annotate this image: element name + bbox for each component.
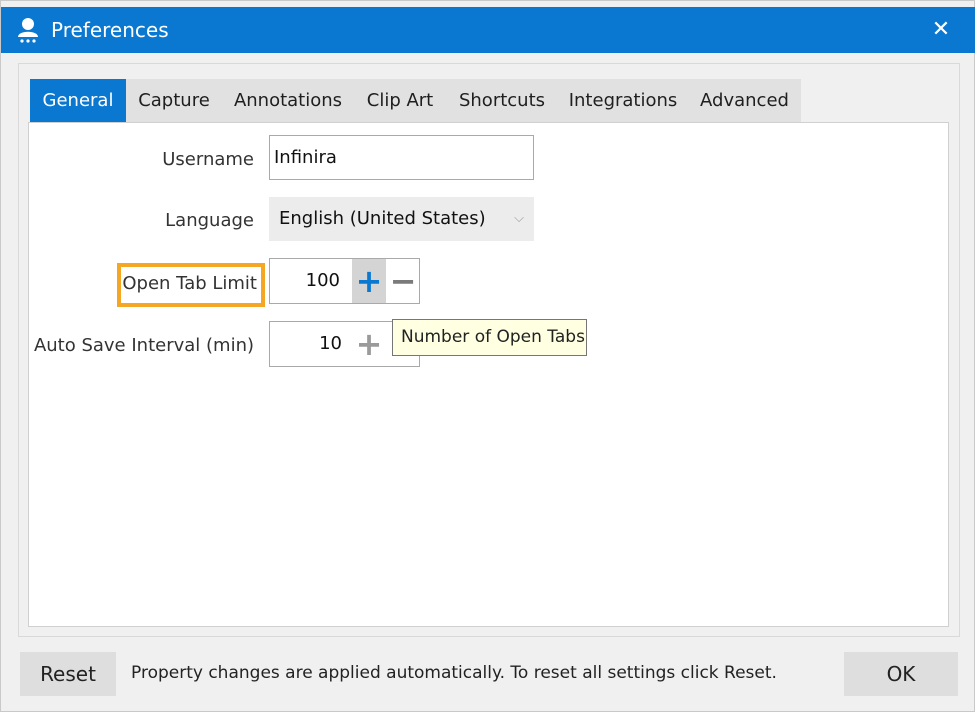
language-value: English (United States) [279, 208, 486, 229]
tooltip: Number of Open Tabs [392, 319, 587, 356]
username-input[interactable] [269, 135, 534, 180]
tab-advanced[interactable]: Advanced [688, 79, 801, 123]
open-tab-limit-stepper[interactable]: 100 + − [269, 258, 420, 304]
title-bar: Preferences ✕ [1, 7, 975, 53]
close-icon[interactable]: ✕ [926, 15, 956, 45]
language-select[interactable]: English (United States) ⌵ [269, 197, 534, 241]
tab-shortcuts[interactable]: Shortcuts [446, 79, 558, 123]
footer-message: Property changes are applied automatical… [131, 663, 777, 683]
language-label: Language [165, 210, 254, 231]
auto-save-interval-label: Auto Save Interval (min) [33, 335, 254, 356]
username-label: Username [162, 149, 254, 170]
tab-clip-art[interactable]: Clip Art [354, 79, 446, 123]
tab-annotations[interactable]: Annotations [222, 79, 354, 123]
open-tab-limit-label: Open Tab Limit [122, 273, 257, 294]
auto-save-interval-value: 10 [319, 333, 342, 354]
decrement-button[interactable]: − [386, 259, 420, 303]
chevron-down-icon: ⌵ [514, 211, 524, 226]
window-title: Preferences [51, 18, 169, 42]
reset-button[interactable]: Reset [20, 652, 116, 696]
ok-button[interactable]: OK [844, 652, 958, 696]
tab-strip: General Capture Annotations Clip Art Sho… [30, 79, 801, 123]
increment-button[interactable]: + [352, 259, 386, 303]
tab-capture[interactable]: Capture [126, 79, 222, 123]
user-icon [18, 18, 38, 43]
tab-general[interactable]: General [30, 79, 126, 123]
tab-integrations[interactable]: Integrations [558, 79, 688, 123]
increment-button[interactable]: + [352, 322, 386, 366]
preferences-window: Preferences ✕ General Capture Annotation… [0, 0, 975, 712]
open-tab-limit-value: 100 [305, 270, 340, 291]
